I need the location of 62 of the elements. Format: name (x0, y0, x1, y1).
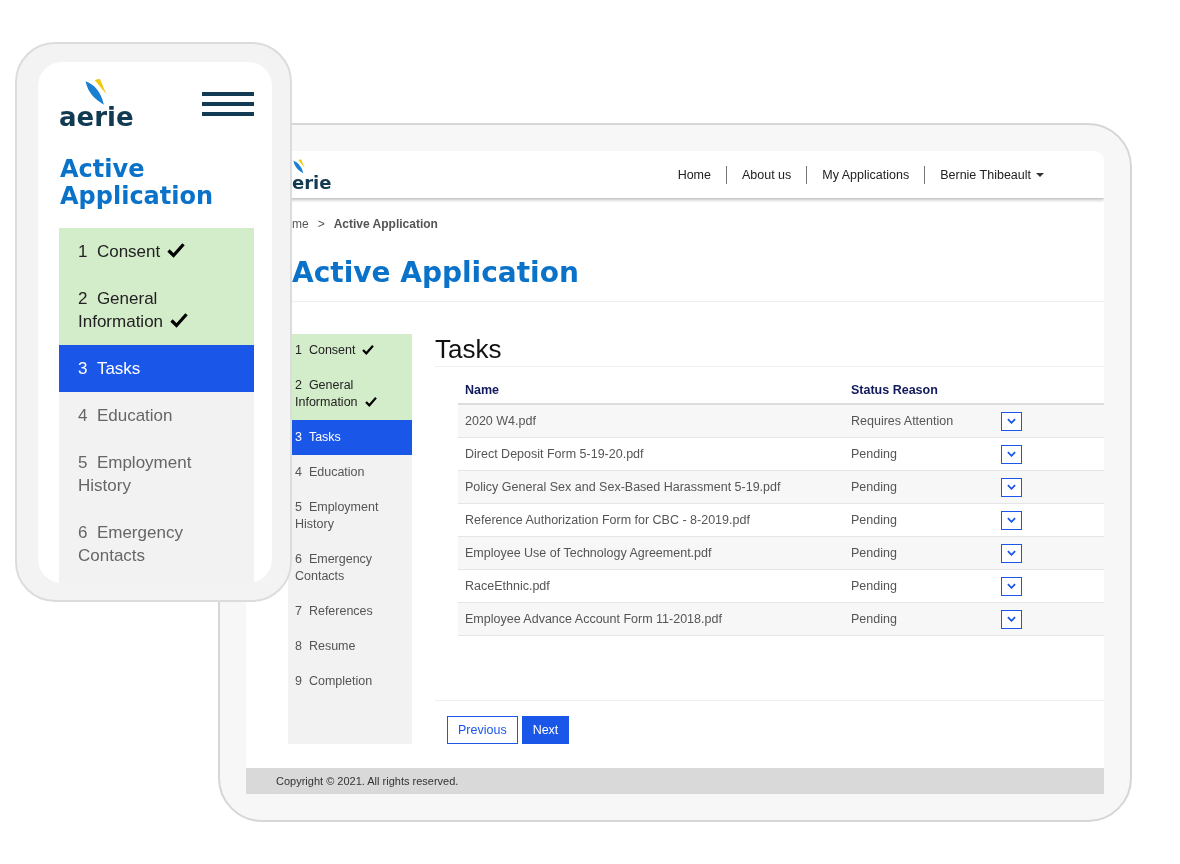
step-item[interactable]: 4 Education (59, 392, 254, 439)
nav-link[interactable]: My Applications (807, 167, 925, 182)
breadcrumb-link[interactable]: Active Application (333, 217, 438, 231)
nav-link[interactable]: Home (662, 167, 726, 182)
step-item[interactable]: 9 Completion (288, 664, 412, 699)
table-cell: Direct Deposit Form 5-19-20.pdf (458, 437, 844, 471)
breadcrumb-link[interactable]: me (292, 217, 309, 231)
page-title: Active Application (60, 156, 215, 210)
dropdown-button[interactable] (1001, 477, 1022, 497)
table-cell: Employee Use of Technology Agreement.pdf (458, 536, 844, 570)
chevron-down-icon (1007, 616, 1016, 622)
step-item[interactable]: 6 Emergency Contacts (288, 542, 412, 594)
menu-icon[interactable] (202, 92, 254, 116)
chevron-down-icon (1007, 583, 1016, 589)
table-cell: Reference Authorization Form for CBC - 8-2019.pdf (458, 503, 844, 537)
step-item[interactable]: 8 Resume (288, 629, 412, 664)
table-cell: Pending (844, 602, 994, 636)
user-menu[interactable]: Bernie Thibeault (925, 167, 1059, 182)
step-item[interactable]: 5 Employment History (59, 439, 254, 509)
table-cell: Employee Advance Account Form 11-2018.pdf (458, 602, 844, 636)
section-title: Tasks (435, 334, 1104, 367)
breadcrumb-separator: > (317, 217, 325, 231)
checkmark-icon (362, 345, 375, 355)
nav-link[interactable]: About us (727, 167, 807, 182)
previous-button[interactable]: Previous (447, 716, 518, 744)
chevron-down-icon (1007, 484, 1016, 490)
step-item[interactable]: 1 Consent (59, 228, 254, 275)
step-item[interactable]: 5 Employment History (288, 490, 412, 542)
step-item[interactable]: 7 References (288, 594, 412, 629)
step-item[interactable]: 6 Emergency Contacts (59, 509, 254, 579)
table-cell: RaceEthnic.pdf (458, 569, 844, 603)
step-item[interactable]: 2 General Information (59, 275, 254, 345)
table-cell: Requires Attention (844, 404, 994, 438)
copyright-text: Copyright © 2021. All rights reserved. (276, 775, 459, 787)
wing-logo-icon (292, 157, 306, 176)
next-button[interactable]: Next (521, 716, 570, 744)
dropdown-button[interactable] (1001, 510, 1022, 530)
dropdown-button[interactable] (1001, 411, 1022, 431)
checkmark-icon (167, 243, 186, 258)
table-cell: Pending (844, 437, 994, 471)
table-cell: Pending (844, 569, 994, 603)
table-cell: Policy General Sex and Sex-Based Harassment 5-19.pdf (458, 470, 844, 504)
chevron-down-icon (1007, 517, 1016, 523)
checkmark-icon (170, 313, 189, 328)
page-title: Active Application (292, 256, 1104, 302)
chevron-down-icon (1007, 451, 1016, 457)
table-cell: 2020 W4.pdf (458, 404, 844, 438)
caret-icon (1036, 172, 1044, 177)
table-cell: Pending (844, 536, 994, 570)
dropdown-button[interactable] (1001, 609, 1022, 629)
logo-text: aerie (59, 104, 134, 130)
dropdown-button[interactable] (1001, 576, 1022, 596)
table-cell: Pending (844, 503, 994, 537)
dropdown-button[interactable] (1001, 543, 1022, 563)
step-item[interactable]: 4 Education (288, 455, 412, 490)
dropdown-button[interactable] (1001, 444, 1022, 464)
chevron-down-icon (1007, 418, 1016, 424)
chevron-down-icon (1007, 550, 1016, 556)
table-cell: Pending (844, 470, 994, 504)
step-item[interactable]: 3 Tasks (59, 345, 254, 392)
logo-text: erie (292, 173, 332, 192)
checkmark-icon (364, 397, 377, 407)
